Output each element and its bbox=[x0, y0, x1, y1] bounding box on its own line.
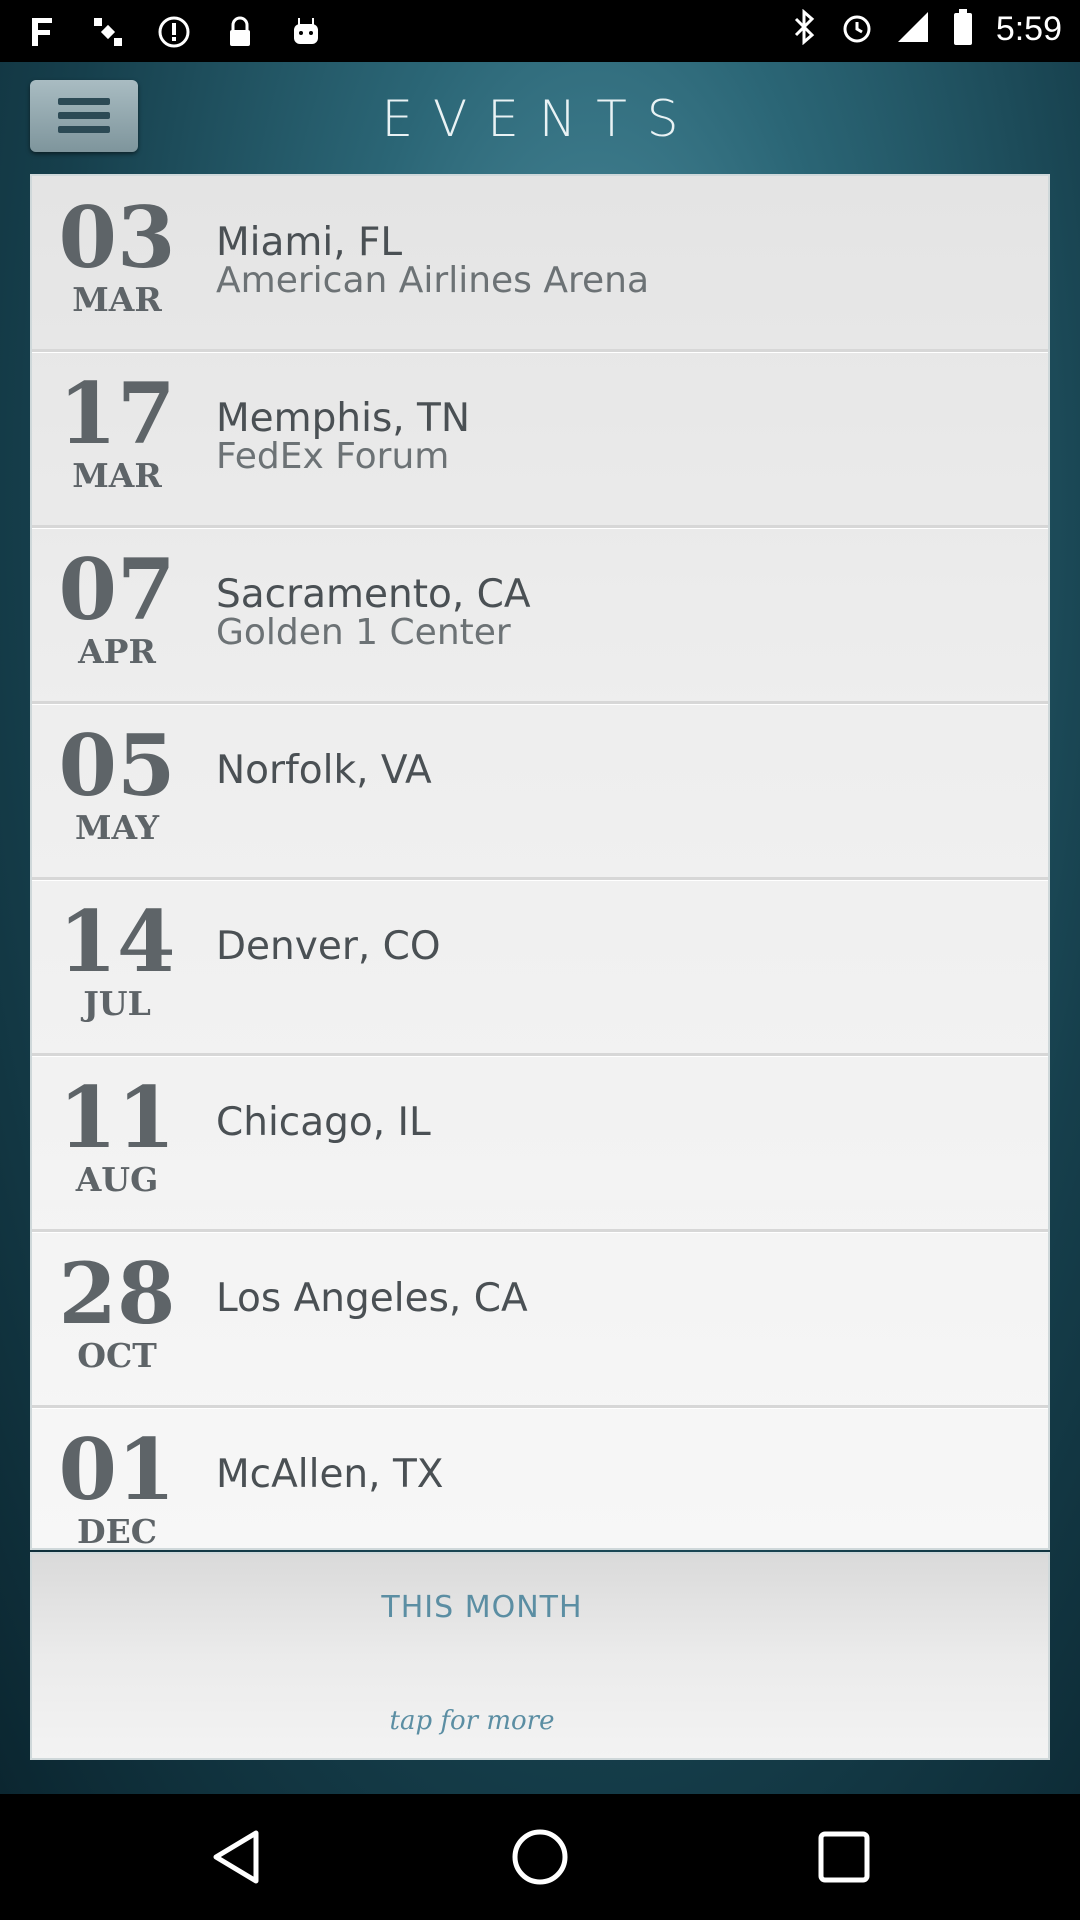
event-city: Norfolk, VA bbox=[216, 748, 432, 793]
event-city: Miami, FL bbox=[216, 220, 403, 265]
event-venue: American Airlines Arena bbox=[216, 260, 650, 301]
recents-icon bbox=[816, 1829, 872, 1889]
event-day: 14 bbox=[58, 892, 176, 991]
alarm-icon bbox=[840, 9, 874, 49]
event-day: 01 bbox=[58, 1420, 176, 1519]
event-city: Chicago, IL bbox=[216, 1100, 431, 1145]
this-month-panel[interactable]: THIS MONTH tap for more bbox=[30, 1552, 1050, 1760]
sync-icon bbox=[154, 12, 194, 52]
navigation-bar bbox=[0, 1794, 1080, 1920]
bluetooth-icon bbox=[790, 8, 818, 49]
event-month: MAR bbox=[72, 280, 162, 319]
event-day: 17 bbox=[58, 364, 176, 463]
home-button[interactable] bbox=[505, 1824, 575, 1894]
event-day: 03 bbox=[58, 188, 176, 287]
event-row[interactable]: 11 AUG Chicago, IL bbox=[32, 1056, 1048, 1232]
this-month-label: THIS MONTH bbox=[381, 1590, 583, 1625]
event-month: APR bbox=[78, 632, 156, 671]
events-list[interactable]: 03 MAR Miami, FL American Airlines Arena… bbox=[30, 174, 1050, 1550]
event-day: 05 bbox=[58, 716, 176, 815]
event-venue: FedEx Forum bbox=[216, 436, 450, 477]
status-bar: 5:59 bbox=[0, 0, 1080, 62]
event-city: McAllen, TX bbox=[216, 1452, 444, 1497]
event-day: 28 bbox=[58, 1244, 176, 1343]
notification-icons bbox=[22, 12, 326, 52]
status-time: 5:59 bbox=[995, 9, 1062, 48]
event-month: JUL bbox=[83, 984, 151, 1023]
event-city: Memphis, TN bbox=[216, 396, 471, 441]
back-icon bbox=[208, 1827, 264, 1891]
event-city: Los Angeles, CA bbox=[216, 1276, 528, 1321]
back-button[interactable] bbox=[201, 1824, 271, 1894]
event-day: 11 bbox=[58, 1068, 176, 1167]
event-city: Sacramento, CA bbox=[216, 572, 531, 617]
event-row[interactable]: 07 APR Sacramento, CA Golden 1 Center bbox=[32, 528, 1048, 704]
signal-icon bbox=[896, 10, 930, 48]
event-row[interactable]: 05 MAY Norfolk, VA bbox=[32, 704, 1048, 880]
event-venue: Golden 1 Center bbox=[216, 612, 511, 653]
event-month: MAR bbox=[72, 456, 162, 495]
event-row[interactable]: 17 MAR Memphis, TN FedEx Forum bbox=[32, 352, 1048, 528]
event-month: AUG bbox=[75, 1160, 159, 1199]
recents-button[interactable] bbox=[809, 1824, 879, 1894]
lock-icon bbox=[220, 12, 260, 52]
menu-button[interactable] bbox=[30, 80, 138, 152]
event-row[interactable]: 01 DEC McAllen, TX bbox=[32, 1408, 1048, 1550]
event-month: OCT bbox=[77, 1336, 157, 1375]
android-icon bbox=[286, 12, 326, 52]
system-status: 5:59 bbox=[790, 8, 1062, 50]
satellite-icon bbox=[88, 12, 128, 52]
home-icon bbox=[510, 1827, 570, 1891]
fake-gps-icon bbox=[22, 12, 62, 52]
page-title: EVENTS bbox=[381, 90, 699, 148]
event-month: DEC bbox=[76, 1512, 158, 1550]
event-row[interactable]: 28 OCT Los Angeles, CA bbox=[32, 1232, 1048, 1408]
events-screen: EVENTS 03 MAR Miami, FL American Airline… bbox=[0, 62, 1080, 1794]
event-month: MAY bbox=[74, 808, 160, 847]
event-row[interactable]: 03 MAR Miami, FL American Airlines Arena bbox=[32, 176, 1048, 352]
event-city: Denver, CO bbox=[216, 924, 441, 969]
battery-icon bbox=[952, 8, 974, 50]
event-day: 07 bbox=[58, 540, 176, 639]
tap-for-more-link[interactable]: tap for more bbox=[32, 1706, 912, 1736]
event-row[interactable]: 14 JUL Denver, CO bbox=[32, 880, 1048, 1056]
